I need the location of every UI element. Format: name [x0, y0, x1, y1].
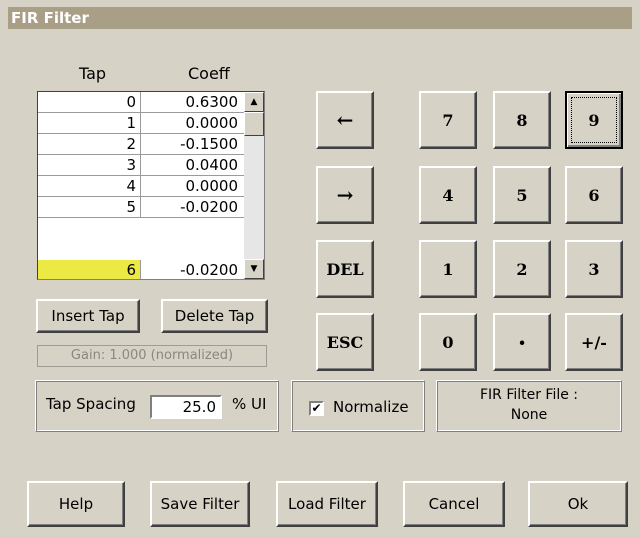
key-2-button[interactable]: 2 — [493, 240, 551, 298]
window-title: FIR Filter — [8, 7, 632, 29]
coeff-cell[interactable]: -0.0200 — [141, 260, 244, 279]
scroll-up-icon[interactable]: ▲ — [244, 92, 264, 112]
table-row[interactable]: 0 0.6300 — [38, 92, 244, 113]
arrow-left-button[interactable]: ← — [316, 91, 374, 149]
coeff-cell[interactable]: -0.0200 — [141, 197, 244, 218]
plus-minus-button[interactable]: +/- — [565, 313, 623, 371]
table-row[interactable]: 1 0.0000 — [38, 113, 244, 134]
scroll-down-icon[interactable]: ▼ — [244, 259, 264, 279]
fir-file-value: None — [510, 407, 548, 423]
table-row[interactable]: 5 -0.0200 — [38, 197, 244, 218]
tap-cell[interactable]: 2 — [38, 134, 141, 155]
delete-tap-button[interactable]: Delete Tap — [161, 299, 268, 333]
key-7-button[interactable]: 7 — [419, 91, 477, 149]
tap-spacing-label: Tap Spacing — [46, 395, 136, 413]
key-3-button[interactable]: 3 — [565, 240, 623, 298]
tap-spacing-input[interactable]: 25.0 — [150, 395, 222, 419]
tap-coefficient-table[interactable]: 0 0.6300 1 0.0000 2 -0.1500 3 0.0400 4 0… — [37, 91, 265, 280]
table-row[interactable]: 4 0.0000 — [38, 176, 244, 197]
arrow-right-button[interactable]: → — [316, 166, 374, 224]
normalize-group: ✔ Normalize — [291, 380, 425, 432]
tap-cell[interactable]: 6 — [38, 260, 141, 279]
fir-file-label: FIR Filter File : — [479, 387, 579, 403]
key-8-button[interactable]: 8 — [493, 91, 551, 149]
table-row-selected[interactable]: 6 -0.0200 — [38, 260, 244, 279]
load-filter-button[interactable]: Load Filter — [276, 481, 378, 527]
key-1-button[interactable]: 1 — [419, 240, 477, 298]
tap-cell[interactable]: 3 — [38, 155, 141, 176]
tap-column-header: Tap — [79, 64, 107, 83]
tap-spacing-unit: % UI — [232, 395, 267, 413]
key-0-button[interactable]: 0 — [419, 313, 477, 371]
decimal-point-button[interactable]: · — [493, 313, 551, 371]
cancel-button[interactable]: Cancel — [403, 481, 505, 527]
coeff-cell[interactable]: -0.1500 — [141, 134, 244, 155]
normalize-label[interactable]: Normalize — [333, 398, 409, 416]
tap-cell[interactable]: 0 — [38, 92, 141, 113]
table-row[interactable]: 2 -0.1500 — [38, 134, 244, 155]
tap-cell[interactable]: 5 — [38, 197, 141, 218]
escape-button[interactable]: ESC — [316, 313, 374, 371]
key-4-button[interactable]: 4 — [419, 166, 477, 224]
coeff-cell[interactable]: 0.0400 — [141, 155, 244, 176]
key-9-button[interactable]: 9 — [565, 91, 623, 149]
table-scrollbar[interactable]: ▲ ▼ — [244, 92, 264, 279]
key-6-button[interactable]: 6 — [565, 166, 623, 224]
key-5-button[interactable]: 5 — [493, 166, 551, 224]
coeff-column-header: Coeff — [188, 64, 230, 83]
focus-ring — [571, 97, 617, 143]
save-filter-button[interactable]: Save Filter — [150, 481, 250, 527]
normalize-checkbox[interactable]: ✔ — [309, 401, 324, 416]
scroll-thumb[interactable] — [244, 112, 264, 136]
fir-filter-file-group: FIR Filter File : None — [436, 380, 622, 432]
coeff-cell[interactable]: 0.0000 — [141, 113, 244, 134]
coeff-cell[interactable]: 0.6300 — [141, 92, 244, 113]
delete-button[interactable]: DEL — [316, 240, 374, 298]
tap-cell[interactable]: 1 — [38, 113, 141, 134]
coeff-cell[interactable]: 0.0000 — [141, 176, 244, 197]
fir-filter-window: FIR Filter Tap Coeff 0 0.6300 1 0.0000 2… — [0, 0, 640, 538]
insert-tap-button[interactable]: Insert Tap — [36, 299, 140, 333]
help-button[interactable]: Help — [27, 481, 125, 527]
ok-button[interactable]: Ok — [528, 481, 628, 527]
gain-readout: Gain: 1.000 (normalized) — [37, 345, 267, 367]
tap-spacing-group: Tap Spacing 25.0 % UI — [35, 380, 279, 432]
tap-cell[interactable]: 4 — [38, 176, 141, 197]
table-row[interactable]: 3 0.0400 — [38, 155, 244, 176]
